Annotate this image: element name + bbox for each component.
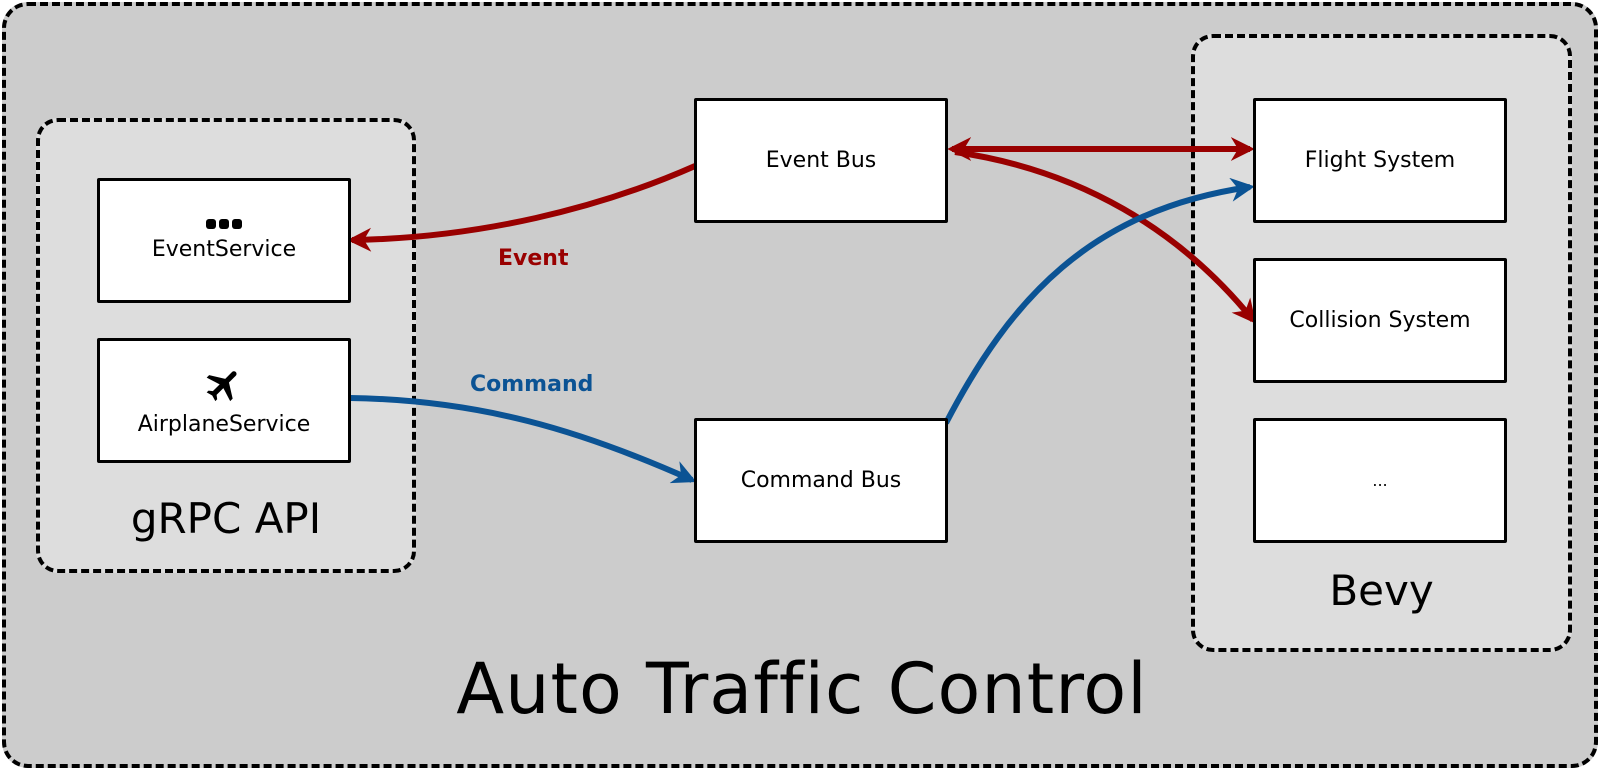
diagram-title: Auto Traffic Control	[456, 648, 1148, 730]
more-horizontal-icon	[206, 219, 242, 229]
event-service-node[interactable]: EventService	[97, 178, 351, 303]
collision-system-node[interactable]: Collision System	[1253, 258, 1507, 383]
flight-system-label: Flight System	[1304, 148, 1456, 173]
event-service-label: EventService	[151, 237, 297, 262]
event-bus-node[interactable]: Event Bus	[694, 98, 948, 223]
flight-system-node[interactable]: Flight System	[1253, 98, 1507, 223]
command-bus-label: Command Bus	[740, 468, 902, 493]
airplane-icon	[206, 371, 237, 402]
more-systems-node[interactable]: ...	[1253, 418, 1507, 543]
airplane-service-label: AirplaneService	[137, 412, 311, 437]
event-edge-label: Event	[498, 246, 569, 271]
command-edge-label: Command	[470, 372, 594, 397]
event-bus-label: Event Bus	[765, 148, 877, 173]
bevy-label: Bevy	[1329, 566, 1434, 615]
collision-system-label: Collision System	[1289, 308, 1471, 333]
grpc-api-label: gRPC API	[130, 494, 322, 543]
more-systems-label: ...	[1372, 471, 1388, 490]
airplane-service-node[interactable]: AirplaneService	[97, 338, 351, 463]
command-bus-node[interactable]: Command Bus	[694, 418, 948, 543]
